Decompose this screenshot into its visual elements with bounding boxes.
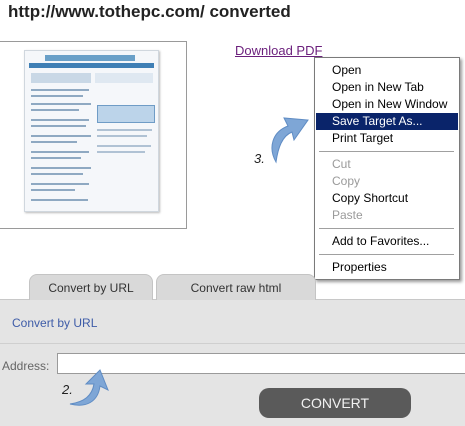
preview-page-image [24,50,159,212]
menu-separator [319,254,454,256]
step-2-label: 2. [62,382,73,397]
preview-text-line [31,189,75,191]
preview-text-line [31,141,77,143]
preview-text-line [31,167,91,169]
preview-text-line [31,109,79,111]
preview-text-line [31,89,89,91]
preview-text-line [97,151,145,153]
preview-text-line [31,119,89,121]
preview-text-line [97,129,152,131]
menu-item-properties[interactable]: Properties [316,259,458,276]
address-label: Address: [2,359,50,373]
preview-text-line [31,125,86,127]
page-title: http://www.tothepc.com/ converted [8,2,291,21]
pdf-preview-thumbnail [0,41,187,229]
menu-item-paste[interactable]: Paste [316,207,458,224]
menu-item-add-to-favorites[interactable]: Add to Favorites... [316,233,458,250]
preview-text-line [31,173,83,175]
menu-item-open-new-window[interactable]: Open in New Window [316,96,458,113]
menu-item-copy[interactable]: Copy [316,173,458,190]
menu-separator [319,151,454,153]
preview-text-line [97,145,151,147]
preview-text-line [31,103,91,105]
preview-text-line [97,135,147,137]
menu-item-cut[interactable]: Cut [316,156,458,173]
menu-item-open[interactable]: Open [316,62,458,79]
preview-text-line [31,151,89,153]
menu-item-save-target-as[interactable]: Save Target As... [316,113,458,130]
panel-title: Convert by URL [12,316,98,330]
address-input[interactable] [57,353,465,374]
convert-button[interactable]: CONVERT [259,388,411,418]
curved-arrow-icon [271,117,309,164]
context-menu: Open Open in New Tab Open in New Window … [314,57,460,280]
menu-separator [319,228,454,230]
preview-text-line [31,135,91,137]
download-pdf-link[interactable]: Download PDF [235,43,322,58]
preview-nav-bar [29,63,154,68]
panel-divider [0,343,465,344]
preview-text-line [31,95,83,97]
menu-item-copy-shortcut[interactable]: Copy Shortcut [316,190,458,207]
preview-ad-box [97,105,155,123]
tab-convert-raw-html[interactable]: Convert raw html [156,274,316,301]
menu-item-print-target[interactable]: Print Target [316,130,458,147]
preview-text-line [31,183,89,185]
preview-text-line [31,199,88,201]
step-3-label: 3. [254,151,265,166]
preview-text-line [31,157,81,159]
preview-header-right [95,73,153,83]
menu-item-open-new-tab[interactable]: Open in New Tab [316,79,458,96]
preview-header-left [31,73,91,83]
preview-logo [45,55,135,61]
tab-convert-by-url[interactable]: Convert by URL [29,274,153,301]
